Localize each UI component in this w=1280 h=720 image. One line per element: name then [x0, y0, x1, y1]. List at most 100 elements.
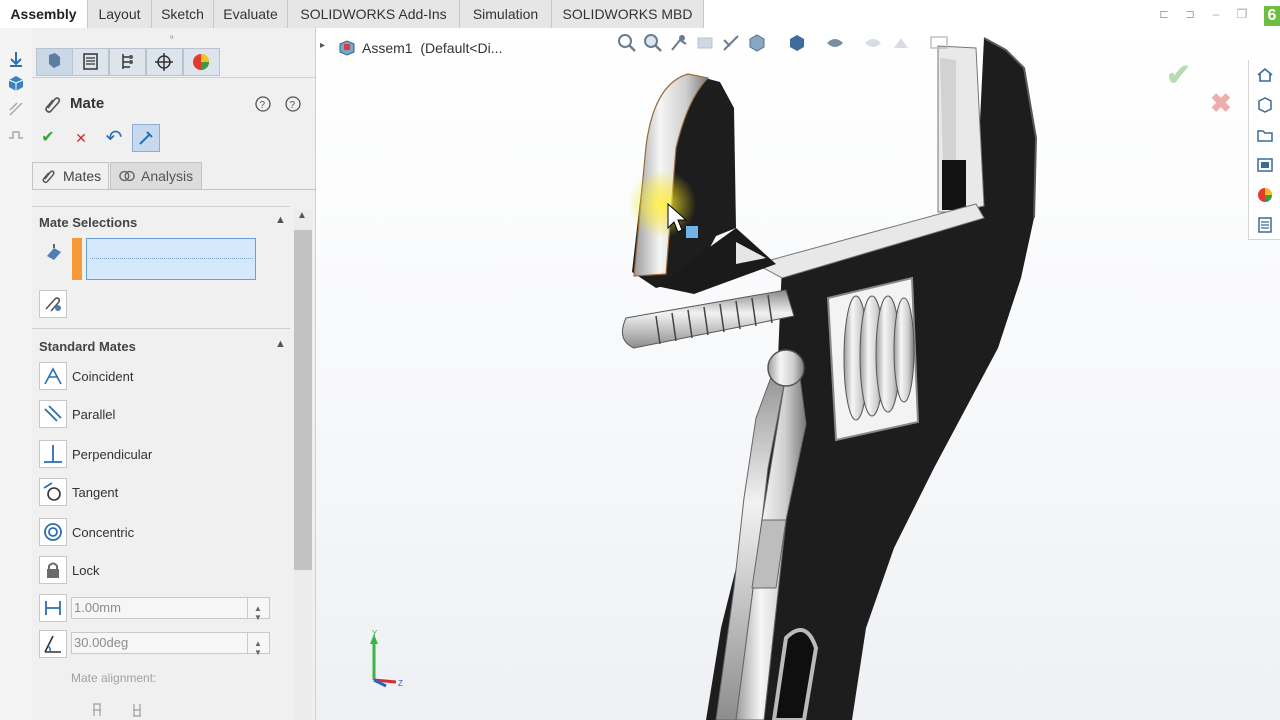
selection-field-placeholder-line — [90, 258, 253, 259]
tab-sketch[interactable]: Sketch — [152, 0, 214, 28]
coincident-label[interactable]: Coincident — [72, 369, 133, 384]
ok-button[interactable]: ✔ — [34, 124, 62, 152]
featuremanager-icon — [49, 53, 60, 68]
restore-icon[interactable]: ❐ — [1234, 6, 1250, 22]
tab-mates[interactable]: Mates — [32, 162, 109, 189]
tab-evaluate[interactable]: Evaluate — [214, 0, 288, 28]
zoom-to-fit-icon[interactable] — [616, 32, 638, 54]
lock-button[interactable] — [39, 556, 67, 584]
display-style-icon[interactable] — [786, 32, 808, 54]
view-settings-icon[interactable] — [928, 32, 950, 54]
concentric-button[interactable] — [39, 518, 67, 546]
angle-icon — [44, 635, 61, 653]
pm-scrollbar[interactable]: ▲ — [294, 210, 312, 720]
entities-to-mate-field[interactable] — [86, 238, 256, 280]
parallel-label[interactable]: Parallel — [72, 407, 115, 422]
entities-to-mate-icon — [47, 244, 61, 260]
multiple-mate-mode-button[interactable] — [39, 290, 67, 318]
tab-layout[interactable]: Layout — [88, 0, 152, 28]
dimxpert-icon — [155, 53, 173, 71]
view-orientation-icon[interactable] — [746, 32, 768, 54]
file-explorer-icon[interactable] — [1256, 126, 1274, 144]
perpendicular-label[interactable]: Perpendicular — [72, 447, 152, 462]
concentric-label[interactable]: Concentric — [72, 525, 134, 540]
close-icon: ✕ — [75, 130, 87, 146]
assembly-name: Assem1 (Default<Di... — [362, 40, 503, 56]
tab-solidworks-add-ins[interactable]: SOLIDWORKS Add-Ins — [288, 0, 460, 28]
reference-geometry-icon[interactable] — [7, 100, 25, 118]
undo-button[interactable]: ↶ — [100, 124, 128, 152]
perpendicular-icon — [44, 445, 62, 463]
zoom-to-area-icon[interactable] — [642, 32, 664, 54]
tab-propertymanager[interactable] — [72, 48, 109, 76]
tab-featuremanager[interactable] — [36, 48, 73, 76]
appearances-scenes-icon[interactable] — [1256, 186, 1274, 204]
tab-dimxpertmanager[interactable] — [146, 48, 183, 76]
section-view-icon[interactable] — [694, 32, 716, 54]
svg-text:Z: Z — [398, 679, 403, 688]
parallel-button[interactable] — [39, 400, 67, 428]
tab-analysis-label: Analysis — [141, 168, 194, 184]
tab-solidworks-mbd[interactable]: SOLIDWORKS MBD — [552, 0, 704, 28]
graphics-area[interactable]: ▸ Assem1 (Default<Di... ✔ ✖ Y Z — [316, 28, 1280, 720]
tangent-button[interactable] — [39, 478, 67, 506]
solidworks-resources-icon[interactable] — [1256, 66, 1274, 84]
worm-gear — [843, 295, 915, 421]
design-library-icon[interactable] — [1256, 96, 1274, 114]
angle-button[interactable] — [39, 630, 67, 658]
pm-drag-handle-icon[interactable]: ⚬ — [168, 32, 176, 43]
custom-properties-icon[interactable] — [1256, 216, 1274, 234]
selection-color-bar — [72, 238, 82, 280]
collapse-left-icon[interactable]: ⊏ — [1156, 6, 1172, 22]
cancel-button[interactable]: ✕ — [67, 124, 95, 152]
perpendicular-button[interactable] — [39, 440, 67, 468]
pm-scroll-thumb[interactable] — [294, 230, 312, 570]
manager-tabs — [32, 46, 316, 78]
help-icon[interactable]: ? — [284, 95, 302, 113]
pm-title-bar: Mate ? ? — [42, 94, 312, 116]
what-is-wrong-icon[interactable]: ? — [254, 95, 272, 113]
part-icon[interactable] — [7, 74, 25, 92]
coincident-icon — [44, 367, 62, 385]
aligned-icon[interactable] — [90, 700, 110, 718]
confirm-cancel-icon[interactable]: ✖ — [1210, 88, 1232, 119]
tab-analysis[interactable]: Analysis — [110, 162, 202, 189]
checkmark-icon: ✔ — [41, 129, 55, 146]
tangent-label[interactable]: Tangent — [72, 485, 118, 500]
tab-simulation[interactable]: Simulation — [460, 0, 552, 28]
sketch-icon[interactable] — [7, 126, 25, 144]
distance-value: 1.00mm — [74, 600, 121, 615]
lock-label[interactable]: Lock — [72, 563, 99, 578]
hide-show-items-icon[interactable] — [824, 32, 846, 54]
selection-highlight — [628, 170, 696, 238]
insert-component-icon[interactable] — [7, 50, 25, 68]
view-palette-icon[interactable] — [1256, 156, 1274, 174]
distance-input[interactable]: 1.00mm ▲ ▼ — [71, 597, 270, 622]
tab-assembly[interactable]: Assembly — [0, 0, 88, 28]
apply-scene-icon[interactable] — [890, 32, 912, 54]
expand-arrow-icon[interactable]: ▸ — [320, 40, 325, 51]
solidworks-window: Assembly Layout Sketch Evaluate SOLIDWOR… — [0, 0, 1280, 720]
angle-input[interactable]: 30.00deg ▲ ▼ — [71, 632, 270, 657]
collapse-mate-selections-icon[interactable]: ▲ — [275, 214, 287, 226]
confirm-ok-icon[interactable]: ✔ — [1166, 58, 1191, 93]
tab-displaymanager[interactable] — [183, 48, 220, 76]
multiple-mate-icon — [45, 297, 61, 312]
analysis-icon — [119, 170, 135, 182]
distance-button[interactable] — [39, 594, 67, 622]
collapse-right-icon[interactable]: ⊐ — [1182, 6, 1198, 22]
edit-appearance-icon[interactable] — [862, 32, 884, 54]
coincident-button[interactable] — [39, 362, 67, 390]
dynamic-annotation-icon[interactable] — [720, 32, 742, 54]
paperclip-icon — [42, 170, 55, 184]
scroll-up-icon[interactable]: ▲ — [297, 210, 307, 221]
distance-spinner[interactable]: ▲ ▼ — [247, 598, 269, 622]
collapse-standard-mates-icon[interactable]: ▲ — [275, 338, 287, 350]
minimize-icon[interactable]: – — [1208, 6, 1224, 22]
adjustable-wrench-model[interactable] — [316, 28, 1280, 720]
previous-view-icon[interactable] — [668, 32, 690, 54]
anti-aligned-icon[interactable] — [130, 700, 150, 718]
pushpin-button[interactable] — [132, 124, 160, 152]
tab-configurationmanager[interactable] — [109, 48, 146, 76]
angle-spinner[interactable]: ▲ ▼ — [247, 633, 269, 657]
